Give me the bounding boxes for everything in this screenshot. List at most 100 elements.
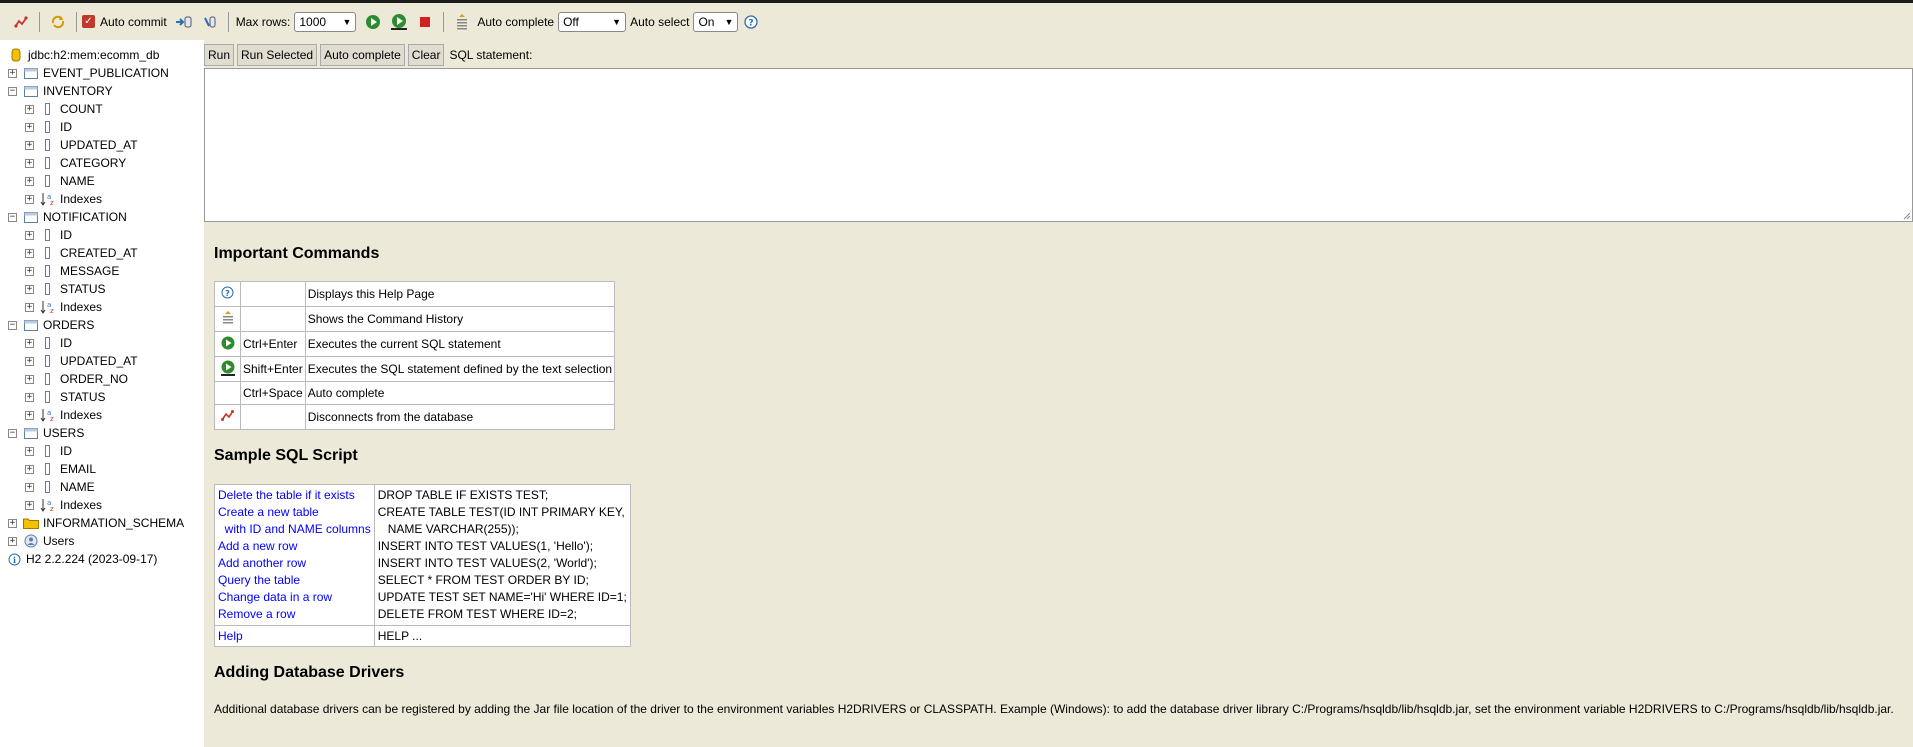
tree-column[interactable]: + STATUS bbox=[25, 388, 106, 406]
tree-column[interactable]: + ID bbox=[25, 226, 72, 244]
sample-link[interactable]: Delete the table if it exists bbox=[218, 488, 355, 502]
expand-icon[interactable]: + bbox=[25, 122, 34, 132]
collapse-icon[interactable]: − bbox=[8, 428, 17, 438]
expand-icon[interactable]: + bbox=[25, 248, 34, 258]
run-icon[interactable] bbox=[221, 336, 235, 353]
history-icon[interactable] bbox=[453, 13, 471, 31]
sample-link[interactable]: Create a new table bbox=[218, 505, 319, 519]
tree-table-inventory[interactable]: − INVENTORY bbox=[8, 82, 113, 100]
expand-icon[interactable]: + bbox=[25, 104, 34, 114]
collapse-icon[interactable]: − bbox=[8, 320, 17, 330]
sql-editor[interactable] bbox=[204, 68, 1913, 222]
help-link[interactable]: Help bbox=[218, 629, 243, 643]
tree-indexes[interactable]: + a z Indexes bbox=[25, 406, 102, 424]
tree-information-schema[interactable]: + INFORMATION_SCHEMA bbox=[8, 514, 184, 532]
sample-link[interactable]: Add a new row bbox=[218, 539, 297, 553]
tree-indexes[interactable]: + a z Indexes bbox=[25, 190, 102, 208]
commit-icon[interactable] bbox=[175, 13, 193, 31]
expand-icon[interactable]: + bbox=[25, 140, 34, 150]
expand-icon[interactable]: + bbox=[25, 356, 34, 366]
run-selected-button[interactable]: Run Selected bbox=[237, 44, 318, 66]
tree-column[interactable]: + COUNT bbox=[25, 100, 103, 118]
expand-icon[interactable]: + bbox=[25, 194, 34, 204]
run-icon[interactable] bbox=[364, 13, 382, 31]
sample-link[interactable]: Query the table bbox=[218, 573, 300, 587]
tree-users-node[interactable]: + Users bbox=[8, 532, 74, 550]
sample-link[interactable]: Change data in a row bbox=[218, 590, 332, 604]
tree-indexes[interactable]: + a z Indexes bbox=[25, 496, 102, 514]
tree-table-event-publication[interactable]: + EVENT_PUBLICATION bbox=[8, 64, 169, 82]
expand-icon[interactable]: + bbox=[25, 176, 34, 186]
tree-column[interactable]: + UPDATED_AT bbox=[25, 136, 138, 154]
help-icon[interactable]: ? bbox=[221, 286, 234, 302]
expand-icon[interactable]: + bbox=[25, 446, 34, 456]
resize-grip-icon[interactable] bbox=[1901, 210, 1911, 220]
sample-link[interactable]: Add another row bbox=[218, 556, 306, 570]
column-icon bbox=[40, 354, 56, 368]
auto-complete-select[interactable]: Off ▼ bbox=[558, 11, 627, 32]
collapse-icon[interactable]: − bbox=[8, 86, 17, 96]
tree-column[interactable]: + ID bbox=[25, 442, 72, 460]
tree-column-label: ID bbox=[60, 228, 72, 242]
stop-icon[interactable] bbox=[416, 13, 434, 31]
expand-icon[interactable]: + bbox=[25, 284, 34, 294]
toolbar-separator bbox=[227, 11, 229, 32]
max-rows-label: Max rows: bbox=[235, 14, 291, 29]
expand-icon[interactable]: + bbox=[8, 536, 17, 546]
expand-icon[interactable]: + bbox=[25, 302, 34, 312]
tree-column[interactable]: + STATUS bbox=[25, 280, 106, 298]
auto-complete-button[interactable]: Auto complete bbox=[320, 44, 405, 66]
table-icon bbox=[23, 66, 39, 80]
tree-column[interactable]: + ID bbox=[25, 334, 72, 352]
sample-sql-line: CREATE TABLE TEST(ID INT PRIMARY KEY, bbox=[377, 505, 625, 519]
auto-commit-checkbox[interactable]: ✓ bbox=[82, 15, 95, 28]
expand-icon[interactable]: + bbox=[8, 68, 17, 78]
sample-link[interactable]: with ID and NAME columns bbox=[218, 522, 371, 536]
tree-column[interactable]: + UPDATED_AT bbox=[25, 352, 138, 370]
expand-icon[interactable]: + bbox=[25, 338, 34, 348]
tree-column-label: ORDER_NO bbox=[60, 372, 129, 386]
tree-column[interactable]: + NAME bbox=[25, 478, 95, 496]
expand-icon[interactable]: + bbox=[25, 266, 34, 276]
disconnect-icon[interactable] bbox=[12, 13, 30, 31]
tree-table-orders[interactable]: − ORDERS bbox=[8, 316, 94, 334]
tree-table-users[interactable]: − USERS bbox=[8, 424, 84, 442]
tree-connection[interactable]: jdbc:h2:mem:ecomm_db bbox=[8, 46, 159, 64]
disconnect-icon[interactable] bbox=[220, 410, 235, 425]
clear-button[interactable]: Clear bbox=[407, 44, 445, 66]
auto-select-select[interactable]: On ▼ bbox=[693, 11, 739, 32]
run-selected-icon[interactable] bbox=[220, 360, 236, 379]
sample-link[interactable]: Remove a row bbox=[218, 607, 295, 621]
expand-icon[interactable]: + bbox=[25, 500, 34, 510]
history-icon[interactable] bbox=[222, 310, 234, 329]
sample-sql-heading: Sample SQL Script bbox=[214, 447, 358, 464]
tree-column[interactable]: + CATEGORY bbox=[25, 154, 126, 172]
tree-column[interactable]: + EMAIL bbox=[25, 460, 96, 478]
expand-icon[interactable]: + bbox=[25, 464, 34, 474]
run-button[interactable]: Run bbox=[204, 44, 235, 66]
tree-column[interactable]: + MESSAGE bbox=[25, 262, 119, 280]
column-icon bbox=[40, 444, 56, 458]
expand-icon[interactable]: + bbox=[25, 158, 34, 168]
collapse-icon[interactable]: − bbox=[8, 212, 17, 222]
run-selected-icon[interactable] bbox=[390, 13, 408, 31]
expand-icon[interactable]: + bbox=[25, 374, 34, 384]
max-rows-select[interactable]: 1000 ▼ bbox=[294, 11, 357, 32]
refresh-icon[interactable] bbox=[49, 13, 67, 31]
expand-icon[interactable]: + bbox=[25, 482, 34, 492]
tree-table-notification[interactable]: − NOTIFICATION bbox=[8, 208, 127, 226]
tree-indexes[interactable]: + a z Indexes bbox=[25, 298, 102, 316]
tree-column[interactable]: + ORDER_NO bbox=[25, 370, 128, 388]
expand-icon[interactable]: + bbox=[8, 518, 17, 528]
expand-icon[interactable]: + bbox=[25, 392, 34, 402]
sql-statement-label: SQL statement: bbox=[449, 48, 533, 62]
auto-complete-label: Auto complete bbox=[477, 14, 555, 29]
tree-column[interactable]: + CREATED_AT bbox=[25, 244, 138, 262]
tree-column[interactable]: + NAME bbox=[25, 172, 95, 190]
expand-icon[interactable]: + bbox=[25, 410, 34, 420]
rollback-icon[interactable] bbox=[201, 13, 219, 31]
expand-icon[interactable]: + bbox=[25, 230, 34, 240]
help-icon[interactable]: ? bbox=[742, 13, 760, 31]
tree-column[interactable]: + ID bbox=[25, 118, 72, 136]
command-desc-cell: Shows the Command History bbox=[304, 306, 616, 332]
